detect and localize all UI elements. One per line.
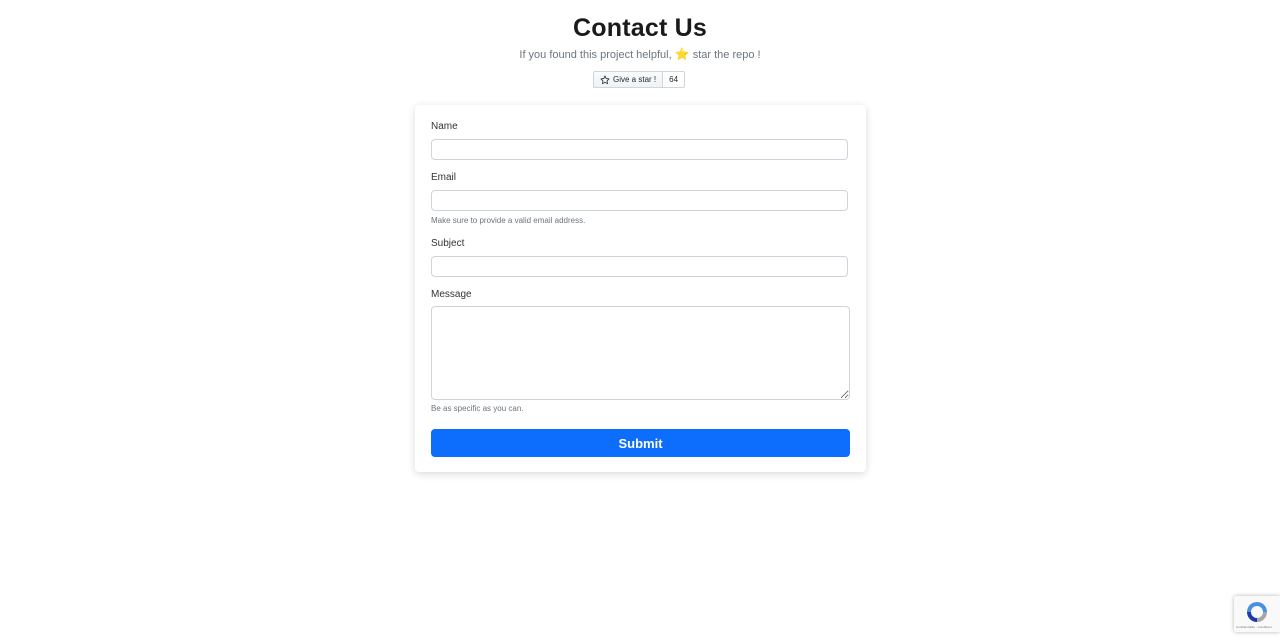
email-help-text: Make sure to provide a valid email addre… <box>431 216 586 225</box>
email-label: Email <box>431 172 457 183</box>
github-star-label: Give a star ! <box>613 75 657 84</box>
github-star-widget: Give a star ! 64 <box>593 71 686 88</box>
subject-label: Subject <box>431 238 465 249</box>
recaptcha-icon <box>1247 602 1267 622</box>
submit-button[interactable]: Submit <box>431 429 850 457</box>
name-input[interactable] <box>431 139 848 160</box>
subtitle: If you found this project helpful, ⭐ sta… <box>0 47 1280 61</box>
subtitle-text-after: star the repo ! <box>692 49 761 61</box>
star-outline-icon <box>600 75 610 84</box>
subject-input[interactable] <box>431 256 848 277</box>
contact-form: Name Email Make sure to provide a valid … <box>415 105 866 472</box>
name-label: Name <box>431 121 458 132</box>
email-input[interactable] <box>431 190 848 211</box>
github-star-button[interactable]: Give a star ! <box>593 71 664 88</box>
recaptcha-badge[interactable]: Confidentialité - Conditions <box>1234 596 1280 632</box>
star-emoji-icon: ⭐ <box>674 47 690 61</box>
page-title: Contact Us <box>573 14 707 42</box>
message-help-text: Be as specific as you can. <box>431 404 524 413</box>
subtitle-text-before: If you found this project helpful, <box>519 49 672 61</box>
message-label: Message <box>431 289 472 300</box>
recaptcha-footer: Confidentialité - Conditions <box>1236 625 1272 629</box>
message-textarea[interactable] <box>431 306 850 400</box>
github-star-count[interactable]: 64 <box>663 71 686 88</box>
